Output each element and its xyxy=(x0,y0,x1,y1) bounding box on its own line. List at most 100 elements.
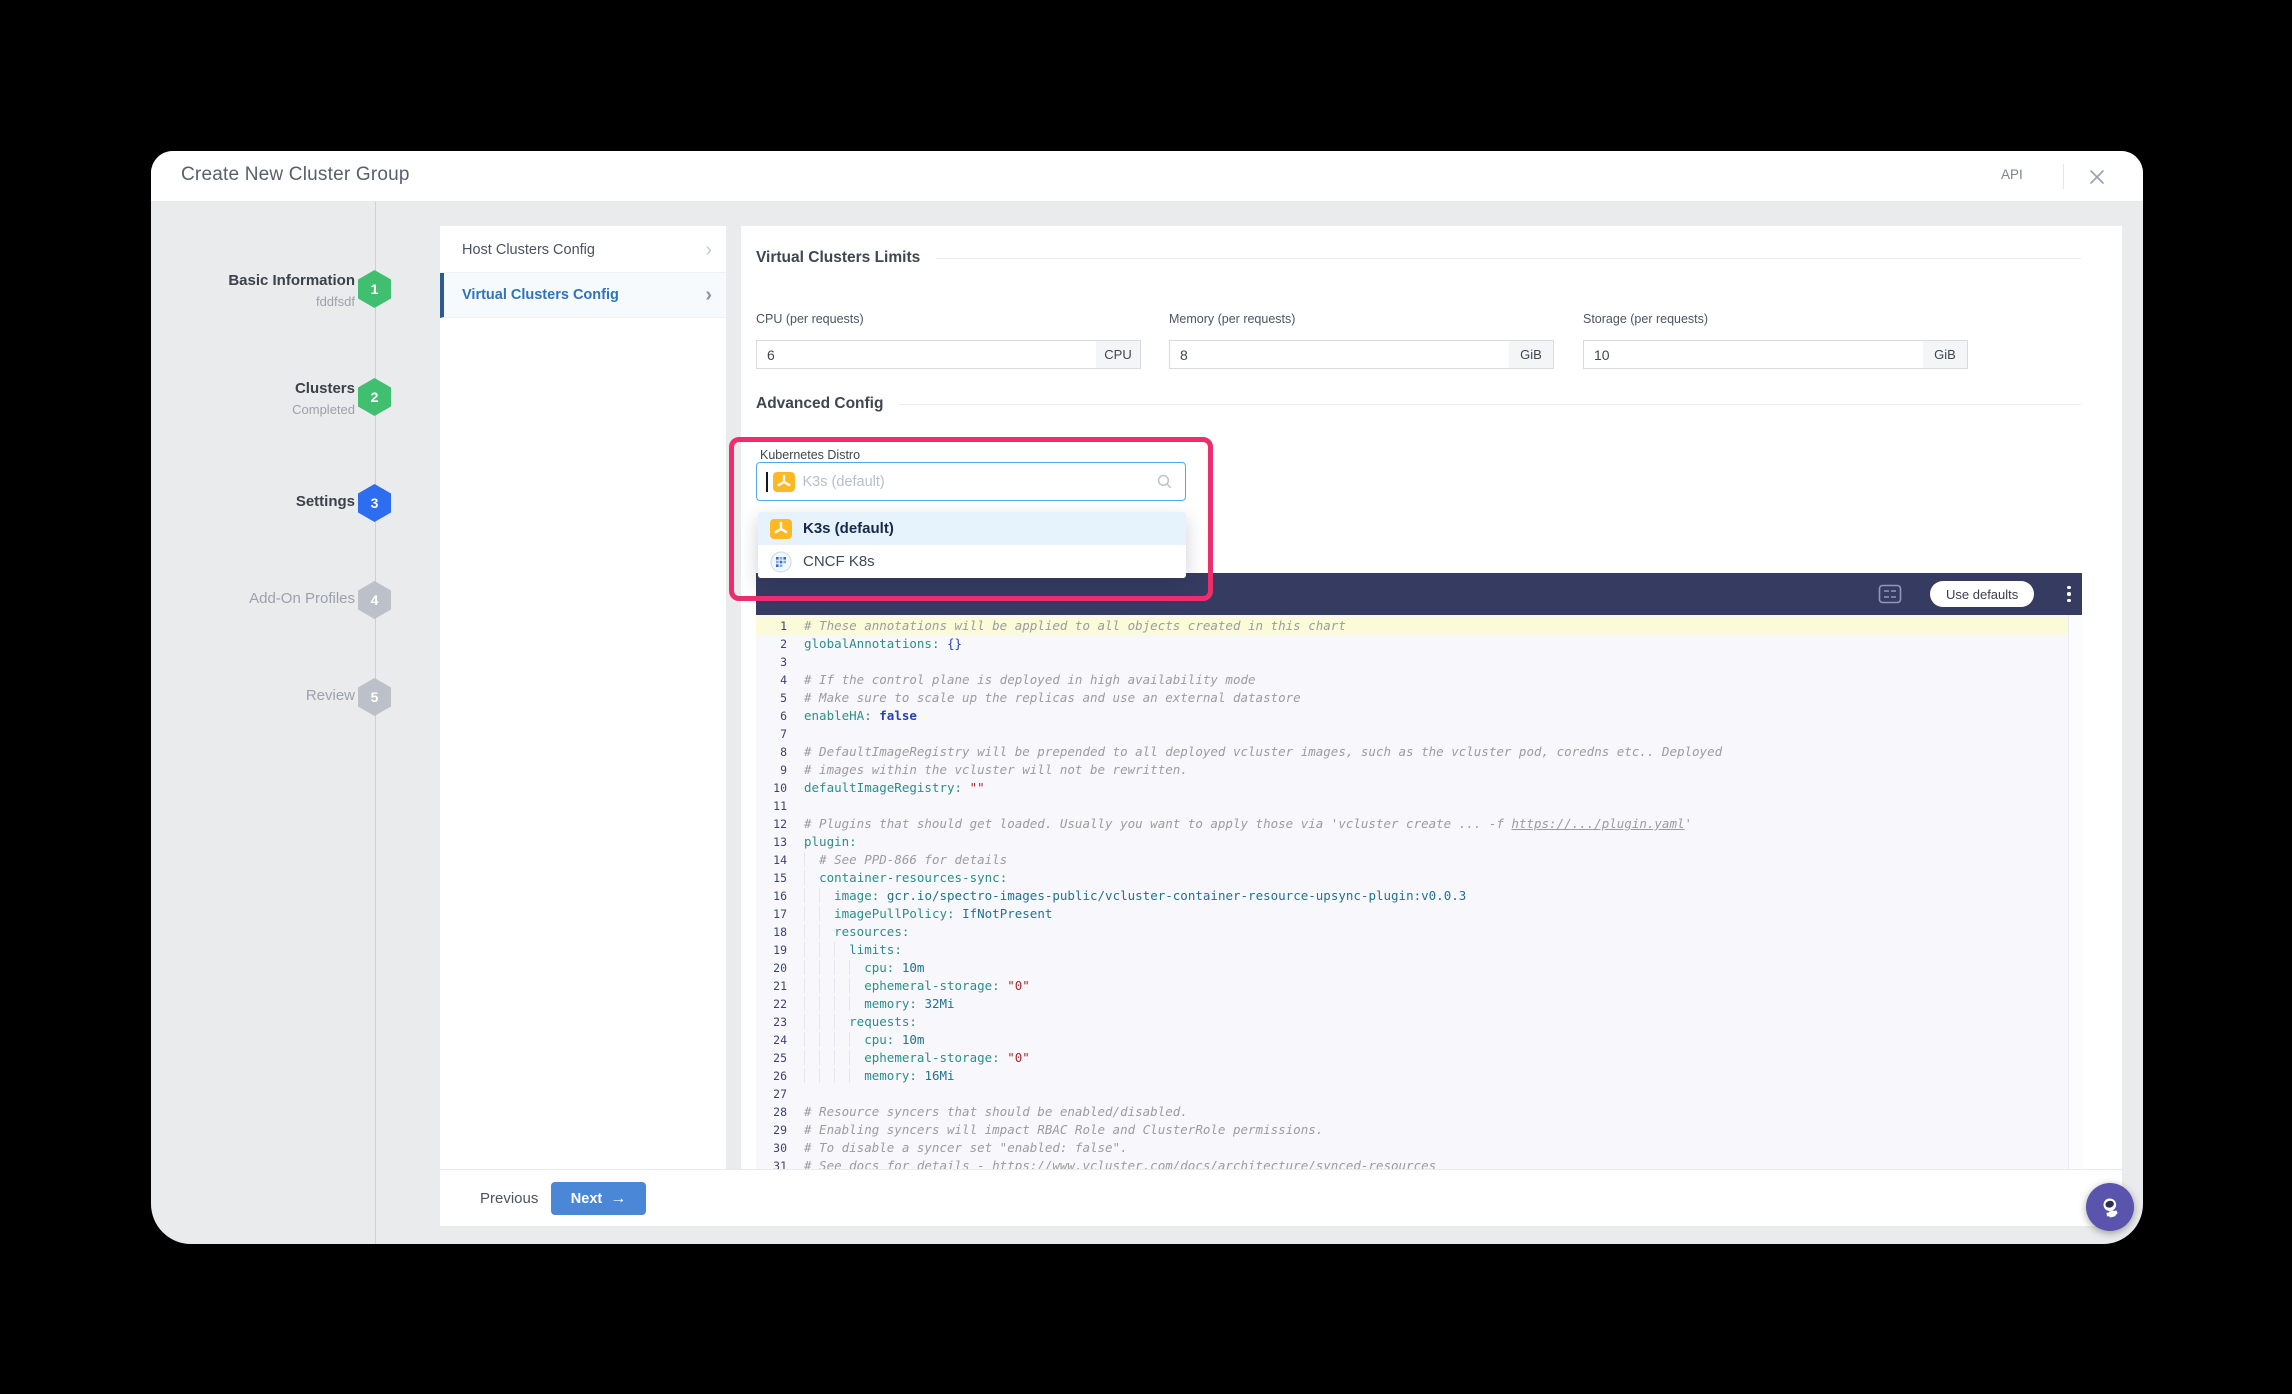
subnav-item-host-clusters-config[interactable]: Host Clusters Config › xyxy=(440,228,726,273)
code-line: 7 xyxy=(756,725,2068,743)
distro-option-label: K3s (default) xyxy=(803,520,894,537)
previous-button[interactable]: Previous xyxy=(480,1170,538,1227)
code-line: 1 # These annotations will be applied to … xyxy=(756,617,2068,635)
code-line: 4 # If the control plane is deployed in h… xyxy=(756,671,2068,689)
line-number: 8 xyxy=(780,745,787,759)
line-content: limits: xyxy=(804,941,902,959)
subnav-item-label: Host Clusters Config xyxy=(462,242,595,258)
line-content: ephemeral-storage: "0" xyxy=(804,1049,1030,1067)
create-cluster-group-modal: Basic Information fddfsdf 1 Clusters Complet… xyxy=(151,151,2143,1244)
step-sublabel: fddfsdf xyxy=(315,294,355,309)
code-line: 26 memory: 16Mi xyxy=(756,1067,2068,1085)
line-number: 14 xyxy=(773,853,787,867)
close-icon[interactable] xyxy=(2085,165,2109,189)
distro-option-label: CNCF K8s xyxy=(803,553,875,570)
text-cursor xyxy=(766,471,768,492)
code-line: 20 cpu: 10m xyxy=(756,959,2068,977)
line-content: # Make sure to scale up the replicas and… xyxy=(804,690,1301,705)
line-content: cpu: 10m xyxy=(804,959,924,977)
cpu-input[interactable] xyxy=(756,340,1097,369)
unit-suffix: GiB xyxy=(1509,340,1554,369)
field-label: CPU (per requests) xyxy=(756,312,864,326)
code-line: 3 xyxy=(756,653,2068,671)
line-number: 2 xyxy=(780,637,787,651)
line-number: 19 xyxy=(773,943,787,957)
distro-option-cncf-k8s[interactable]: CNCF K8s xyxy=(758,545,1186,578)
line-number: 6 xyxy=(780,709,787,723)
code-line: 28 # Resource syncers that should be enab… xyxy=(756,1103,2068,1121)
search-icon xyxy=(1156,473,1173,490)
line-number: 27 xyxy=(773,1087,787,1101)
distro-option-k3s-default-[interactable]: K3s (default) xyxy=(758,512,1186,545)
titlebar-divider xyxy=(2063,164,2064,189)
step-label: Settings xyxy=(295,493,355,510)
code-line: 15 container-resources-sync: xyxy=(756,869,2068,887)
code-line: 27 xyxy=(756,1085,2068,1103)
line-number: 17 xyxy=(773,907,787,921)
api-button[interactable]: API xyxy=(2001,167,2023,182)
modal-title: Create New Cluster Group xyxy=(181,164,410,185)
line-number: 3 xyxy=(780,655,787,669)
line-content: # Enabling syncers will impact RBAC Role… xyxy=(804,1122,1324,1137)
code-line: 24 cpu: 10m xyxy=(756,1031,2068,1049)
code-line: 21 ephemeral-storage: "0" xyxy=(756,977,2068,995)
line-content: memory: 32Mi xyxy=(804,995,955,1013)
code-line: 13 plugin: xyxy=(756,833,2068,851)
editor-menu-icon[interactable] xyxy=(2059,581,2079,607)
line-content: # If the control plane is deployed in hi… xyxy=(804,672,1256,687)
line-number: 23 xyxy=(773,1015,787,1029)
line-number: 28 xyxy=(773,1105,787,1119)
line-content: container-resources-sync: xyxy=(804,869,1007,887)
diff-view-icon[interactable] xyxy=(1878,584,1902,604)
line-content: imagePullPolicy: IfNotPresent xyxy=(804,905,1052,923)
yaml-editor[interactable]: 1 # These annotations will be applied to … xyxy=(756,573,2082,1172)
editor-scrollbar[interactable] xyxy=(2068,615,2082,1172)
support-bot-button[interactable] xyxy=(2086,1183,2134,1231)
astronaut-icon xyxy=(2097,1194,2124,1221)
code-line: 11 xyxy=(756,797,2068,815)
subnav-item-virtual-clusters-config[interactable]: Virtual Clusters Config › xyxy=(440,273,726,318)
code-line: 8 # DefaultImageRegistry will be prepende… xyxy=(756,743,2068,761)
line-content: enableHA: false xyxy=(804,708,917,723)
line-number: 1 xyxy=(780,619,787,633)
advanced-heading-rule xyxy=(899,403,2081,405)
line-number: 16 xyxy=(773,889,787,903)
step-badge: 1 xyxy=(358,270,391,308)
distro-search-input[interactable]: K3s (default) xyxy=(756,462,1186,501)
step-label: Basic Information xyxy=(228,272,355,289)
line-number: 22 xyxy=(773,997,787,1011)
line-number: 11 xyxy=(773,799,787,813)
chevron-right-icon: › xyxy=(705,284,712,306)
step-badge: 5 xyxy=(358,678,391,716)
unit-suffix: CPU xyxy=(1096,340,1141,369)
next-button[interactable]: Next → xyxy=(551,1182,646,1215)
modal-titlebar: Create New Cluster Group API xyxy=(151,151,2143,202)
code-line: 18 resources: xyxy=(756,923,2068,941)
step-badge: 3 xyxy=(358,484,391,522)
code-line: 9 # images within the vcluster will not b… xyxy=(756,761,2068,779)
limits-heading-rule xyxy=(936,257,2081,259)
code-line: 10 defaultImageRegistry: "" xyxy=(756,779,2068,797)
editor-toolbar: Use defaults xyxy=(756,573,2082,615)
storage-input[interactable] xyxy=(1583,340,1924,369)
step-label: Clusters xyxy=(294,380,355,397)
line-content: requests: xyxy=(804,1013,917,1031)
line-content: memory: 16Mi xyxy=(804,1067,955,1085)
line-content: # images within the vcluster will not be… xyxy=(804,762,1188,777)
line-number: 7 xyxy=(780,727,787,741)
line-content: # To disable a syncer set "enabled: fals… xyxy=(804,1140,1128,1155)
use-defaults-button[interactable]: Use defaults xyxy=(1930,581,2035,607)
line-content: defaultImageRegistry: "" xyxy=(804,780,985,795)
screen-background: Basic Information fddfsdf 1 Clusters Complet… xyxy=(0,0,2292,1394)
step-badge: 4 xyxy=(358,581,391,619)
line-content: cpu: 10m xyxy=(804,1031,924,1049)
memory-input[interactable] xyxy=(1169,340,1510,369)
line-number: 4 xyxy=(780,673,787,687)
code-line: 29 # Enabling syncers will impact RBAC Ro… xyxy=(756,1121,2068,1139)
limits-heading-text: Virtual Clusters Limits xyxy=(756,249,921,266)
line-content: # DefaultImageRegistry will be prepended… xyxy=(804,744,1723,759)
line-content: plugin: xyxy=(804,834,857,849)
subnav-panel xyxy=(440,226,726,1169)
line-number: 12 xyxy=(773,817,787,831)
distro-dropdown-menu: K3s (default) CNCF K8s xyxy=(758,512,1186,578)
